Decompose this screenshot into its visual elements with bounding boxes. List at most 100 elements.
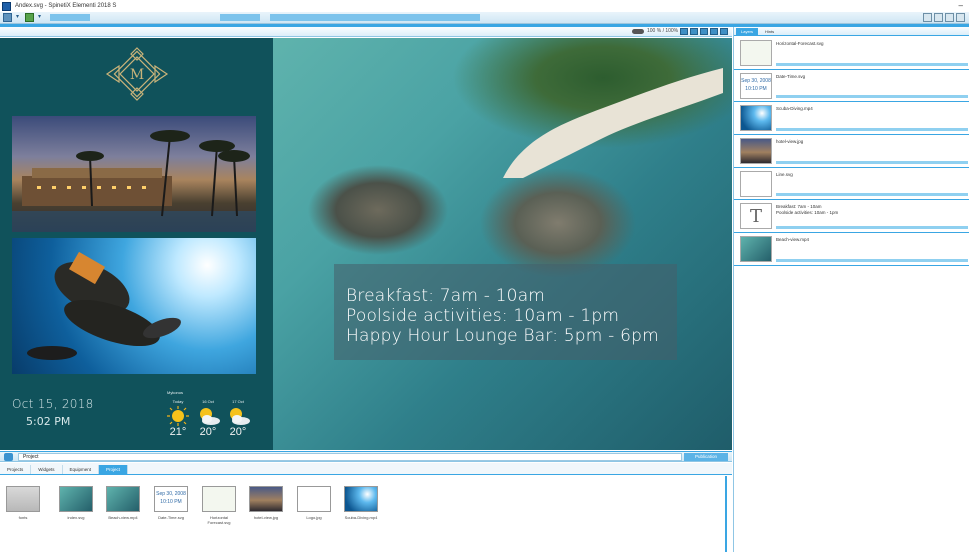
forecast-temp: 20°: [199, 426, 217, 438]
info-text-box[interactable]: Breakfast: 7am - 10am Poolside activitie…: [334, 264, 677, 360]
file-label: fonts: [18, 515, 28, 520]
layer-name: Beach-view.mp4: [776, 237, 810, 243]
file-item[interactable]: fonts: [4, 486, 42, 520]
scuba-diving-video[interactable]: [12, 238, 256, 374]
file-item[interactable]: hotel-view.jpg: [247, 486, 285, 520]
view-icon[interactable]: [710, 28, 718, 35]
sun-icon: [167, 406, 189, 426]
file-thumbnail: [202, 486, 236, 512]
file-item[interactable]: Horizontal Forecast.svg: [200, 486, 238, 525]
panel-splitter[interactable]: [725, 476, 732, 552]
info-line-happy-hour: Happy Hour Lounge Bar: 5pm - 6pm: [346, 326, 659, 346]
refresh-icon[interactable]: [4, 453, 13, 461]
layer-item[interactable]: T Breakfast: 7am - 10am Poolside activit…: [734, 200, 969, 234]
layer-thumbnail: [740, 138, 772, 165]
file-label: Beach-view.mp4: [108, 515, 138, 520]
file-label: Date-Time.svg: [158, 515, 184, 520]
layer-timeline-bar[interactable]: [776, 160, 968, 164]
tab-hints[interactable]: Hints: [760, 28, 779, 35]
tab-widgets[interactable]: Widgets: [31, 465, 63, 474]
forecast-day: 16 Oct 20°: [193, 399, 223, 438]
tab-project[interactable]: Project: [99, 465, 129, 474]
layer-timeline-bar[interactable]: [776, 95, 968, 99]
file-item[interactable]: Logo.jpg: [295, 486, 333, 520]
layer-item[interactable]: Beach-view.mp4: [734, 233, 969, 266]
file-thumbnail: [344, 486, 378, 512]
layout-canvas[interactable]: M Oct 15, 2018 5:02 PM Mykonos Today 21°…: [0, 38, 732, 450]
view-icon[interactable]: [720, 28, 728, 35]
weather-forecast-widget[interactable]: Mykonos Today 21° 16 Oct 20° 17 Oct 20°: [163, 390, 263, 440]
project-path-input[interactable]: Project: [18, 453, 682, 461]
text-layer-icon: T: [740, 203, 772, 230]
info-line-breakfast: Breakfast: 7am - 10am: [346, 286, 546, 306]
left-info-panel: M Oct 15, 2018 5:02 PM Mykonos Today 21°…: [0, 38, 273, 450]
layer-timeline-bar[interactable]: [776, 128, 968, 132]
layer-timeline-bar[interactable]: [776, 193, 968, 197]
layer-name: Breakfast: 7am - 10am Poolside activitie…: [776, 204, 839, 216]
layer-timeline-bar[interactable]: [776, 226, 968, 230]
layer-item[interactable]: hotel-view.jpg: [734, 135, 969, 168]
toolbar-icon[interactable]: [934, 13, 943, 22]
layers-panel-tabs: Layers Hints: [734, 27, 969, 36]
zoom-level: 100 % / 100%: [647, 28, 679, 34]
toolbar-segment: [270, 14, 480, 21]
layers-list: Horizontal-Forecast.svg Sep 30, 2008 10:…: [734, 37, 969, 266]
tab-equipment[interactable]: Equipment: [63, 465, 100, 474]
project-files: fonts index.svg Beach-view.mp4 Sep 30, 2…: [0, 476, 725, 552]
dropdown-arrow-icon[interactable]: ▾: [16, 13, 21, 22]
title-bar: Andex.svg - SpinetiX Elementi 2018 S –: [0, 0, 969, 12]
canvas-header: 100 % / 100%: [0, 27, 732, 37]
file-item[interactable]: Sep 30, 2008 10:10 PM Date-Time.svg: [152, 486, 190, 520]
beach-view-video[interactable]: Breakfast: 7am - 10am Poolside activitie…: [273, 38, 732, 450]
file-thumbnail: [249, 486, 283, 512]
file-item[interactable]: Scuba-Diving.mp4: [342, 486, 380, 520]
file-thumbnail: Sep 30, 2008 10:10 PM: [154, 486, 188, 512]
menu-button[interactable]: [3, 13, 12, 22]
toolbar-icon[interactable]: [956, 13, 965, 22]
info-line-poolside: Poolside activities: 10am - 1pm: [346, 306, 620, 326]
publish-button[interactable]: Publication: [684, 453, 728, 461]
time-display: 5:02 PM: [26, 415, 71, 428]
date-display: Oct 15, 2018: [12, 397, 94, 411]
file-label: Horizontal Forecast.svg: [207, 515, 231, 525]
view-icon[interactable]: [680, 28, 688, 35]
layer-thumbnail: [740, 236, 772, 263]
zoom-readout[interactable]: 100 % / 100%: [632, 28, 678, 34]
monogram-logo: M: [105, 47, 169, 101]
forecast-day: 17 Oct 20°: [223, 399, 253, 438]
file-label: Scuba-Diving.mp4: [344, 515, 378, 520]
sun-cloud-icon: [230, 408, 250, 425]
app-icon: [2, 1, 11, 11]
tab-projects[interactable]: Projects: [0, 465, 32, 474]
logo-letter: M: [130, 67, 144, 83]
view-icon[interactable]: [700, 28, 708, 35]
layer-item[interactable]: Horizontal-Forecast.svg: [734, 37, 969, 70]
toolbar-icon[interactable]: [945, 13, 954, 22]
file-label: Logo.jpg: [306, 515, 322, 520]
weather-location: Mykonos: [167, 390, 184, 395]
layer-item[interactable]: Line.svg: [734, 168, 969, 201]
save-icon[interactable]: [25, 13, 34, 22]
toolbar-icon[interactable]: [923, 13, 932, 22]
layer-name: hotel-view.jpg: [776, 139, 804, 145]
hotel-photo[interactable]: [12, 116, 256, 232]
file-item[interactable]: Beach-view.mp4: [104, 486, 142, 520]
layer-timeline-bar[interactable]: [776, 62, 968, 66]
app-window: Andex.svg - SpinetiX Elementi 2018 S – ▾…: [0, 0, 969, 552]
layer-item[interactable]: Scuba-Diving.mp4: [734, 102, 969, 136]
minimize-button[interactable]: –: [959, 1, 963, 10]
layer-timeline-bar[interactable]: [776, 258, 968, 262]
file-thumbnail: [297, 486, 331, 512]
layer-thumbnail: [740, 40, 772, 66]
lower-tabs: Projects Widgets Equipment Project: [0, 463, 732, 475]
layer-name: Date-Time.svg: [776, 73, 806, 79]
beach-shape: [503, 68, 723, 178]
folder-icon: [6, 486, 40, 512]
dropdown-arrow-icon[interactable]: ▾: [38, 13, 43, 22]
file-item[interactable]: index.svg: [57, 486, 95, 520]
main-toolbar: ▾ ▾: [0, 12, 969, 24]
view-icon[interactable]: [690, 28, 698, 35]
layer-item[interactable]: Sep 30, 2008 10:10 PM Date-Time.svg: [734, 70, 969, 103]
toolbar-segment: [220, 14, 260, 21]
tab-layers[interactable]: Layers: [736, 28, 759, 35]
